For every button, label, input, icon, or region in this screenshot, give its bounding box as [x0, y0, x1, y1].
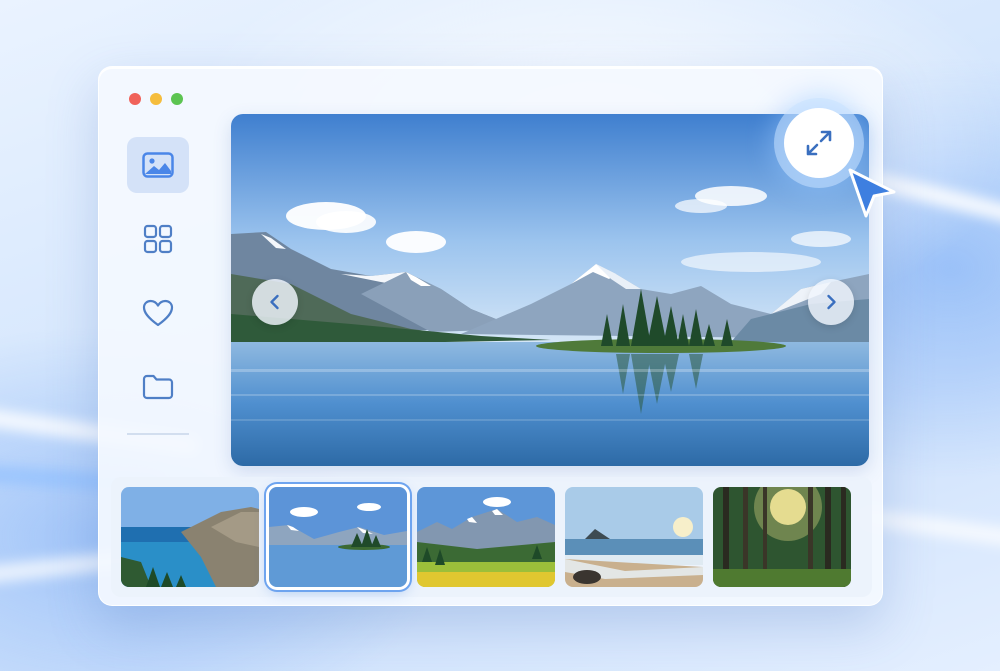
thumbnail-beach-sunset[interactable]: [565, 487, 703, 587]
chevron-left-icon: [270, 294, 279, 310]
maximize-window-button[interactable]: [171, 93, 183, 105]
sidebar-item-folders[interactable]: [127, 359, 189, 415]
grid-icon: [143, 224, 173, 254]
thumbnail-coastal-cliffs[interactable]: [121, 487, 259, 587]
sidebar: [127, 137, 189, 435]
heart-icon: [142, 299, 174, 327]
close-window-button[interactable]: [129, 93, 141, 105]
expand-icon: [806, 130, 832, 156]
mountain-lake-image: [231, 114, 869, 466]
minimize-window-button[interactable]: [150, 93, 162, 105]
thumbnail-alpine-meadow[interactable]: [417, 487, 555, 587]
gallery-window: [98, 66, 883, 606]
folder-icon: [142, 374, 174, 400]
thumbnail-mountain-lake[interactable]: [269, 487, 407, 587]
fullscreen-button[interactable]: [784, 108, 854, 178]
chevron-right-icon: [827, 294, 836, 310]
sidebar-item-favorites[interactable]: [127, 285, 189, 341]
thumbnail-sunlit-forest[interactable]: [713, 487, 851, 587]
sidebar-divider: [127, 433, 189, 435]
window-controls: [129, 93, 183, 105]
sidebar-item-grid[interactable]: [127, 211, 189, 267]
sidebar-item-images[interactable]: [127, 137, 189, 193]
thumbnail-strip: [111, 477, 872, 597]
mouse-cursor-icon: [848, 168, 896, 218]
main-image-viewer[interactable]: [231, 114, 869, 466]
image-icon: [142, 152, 174, 178]
previous-image-button[interactable]: [252, 279, 298, 325]
next-image-button[interactable]: [808, 279, 854, 325]
